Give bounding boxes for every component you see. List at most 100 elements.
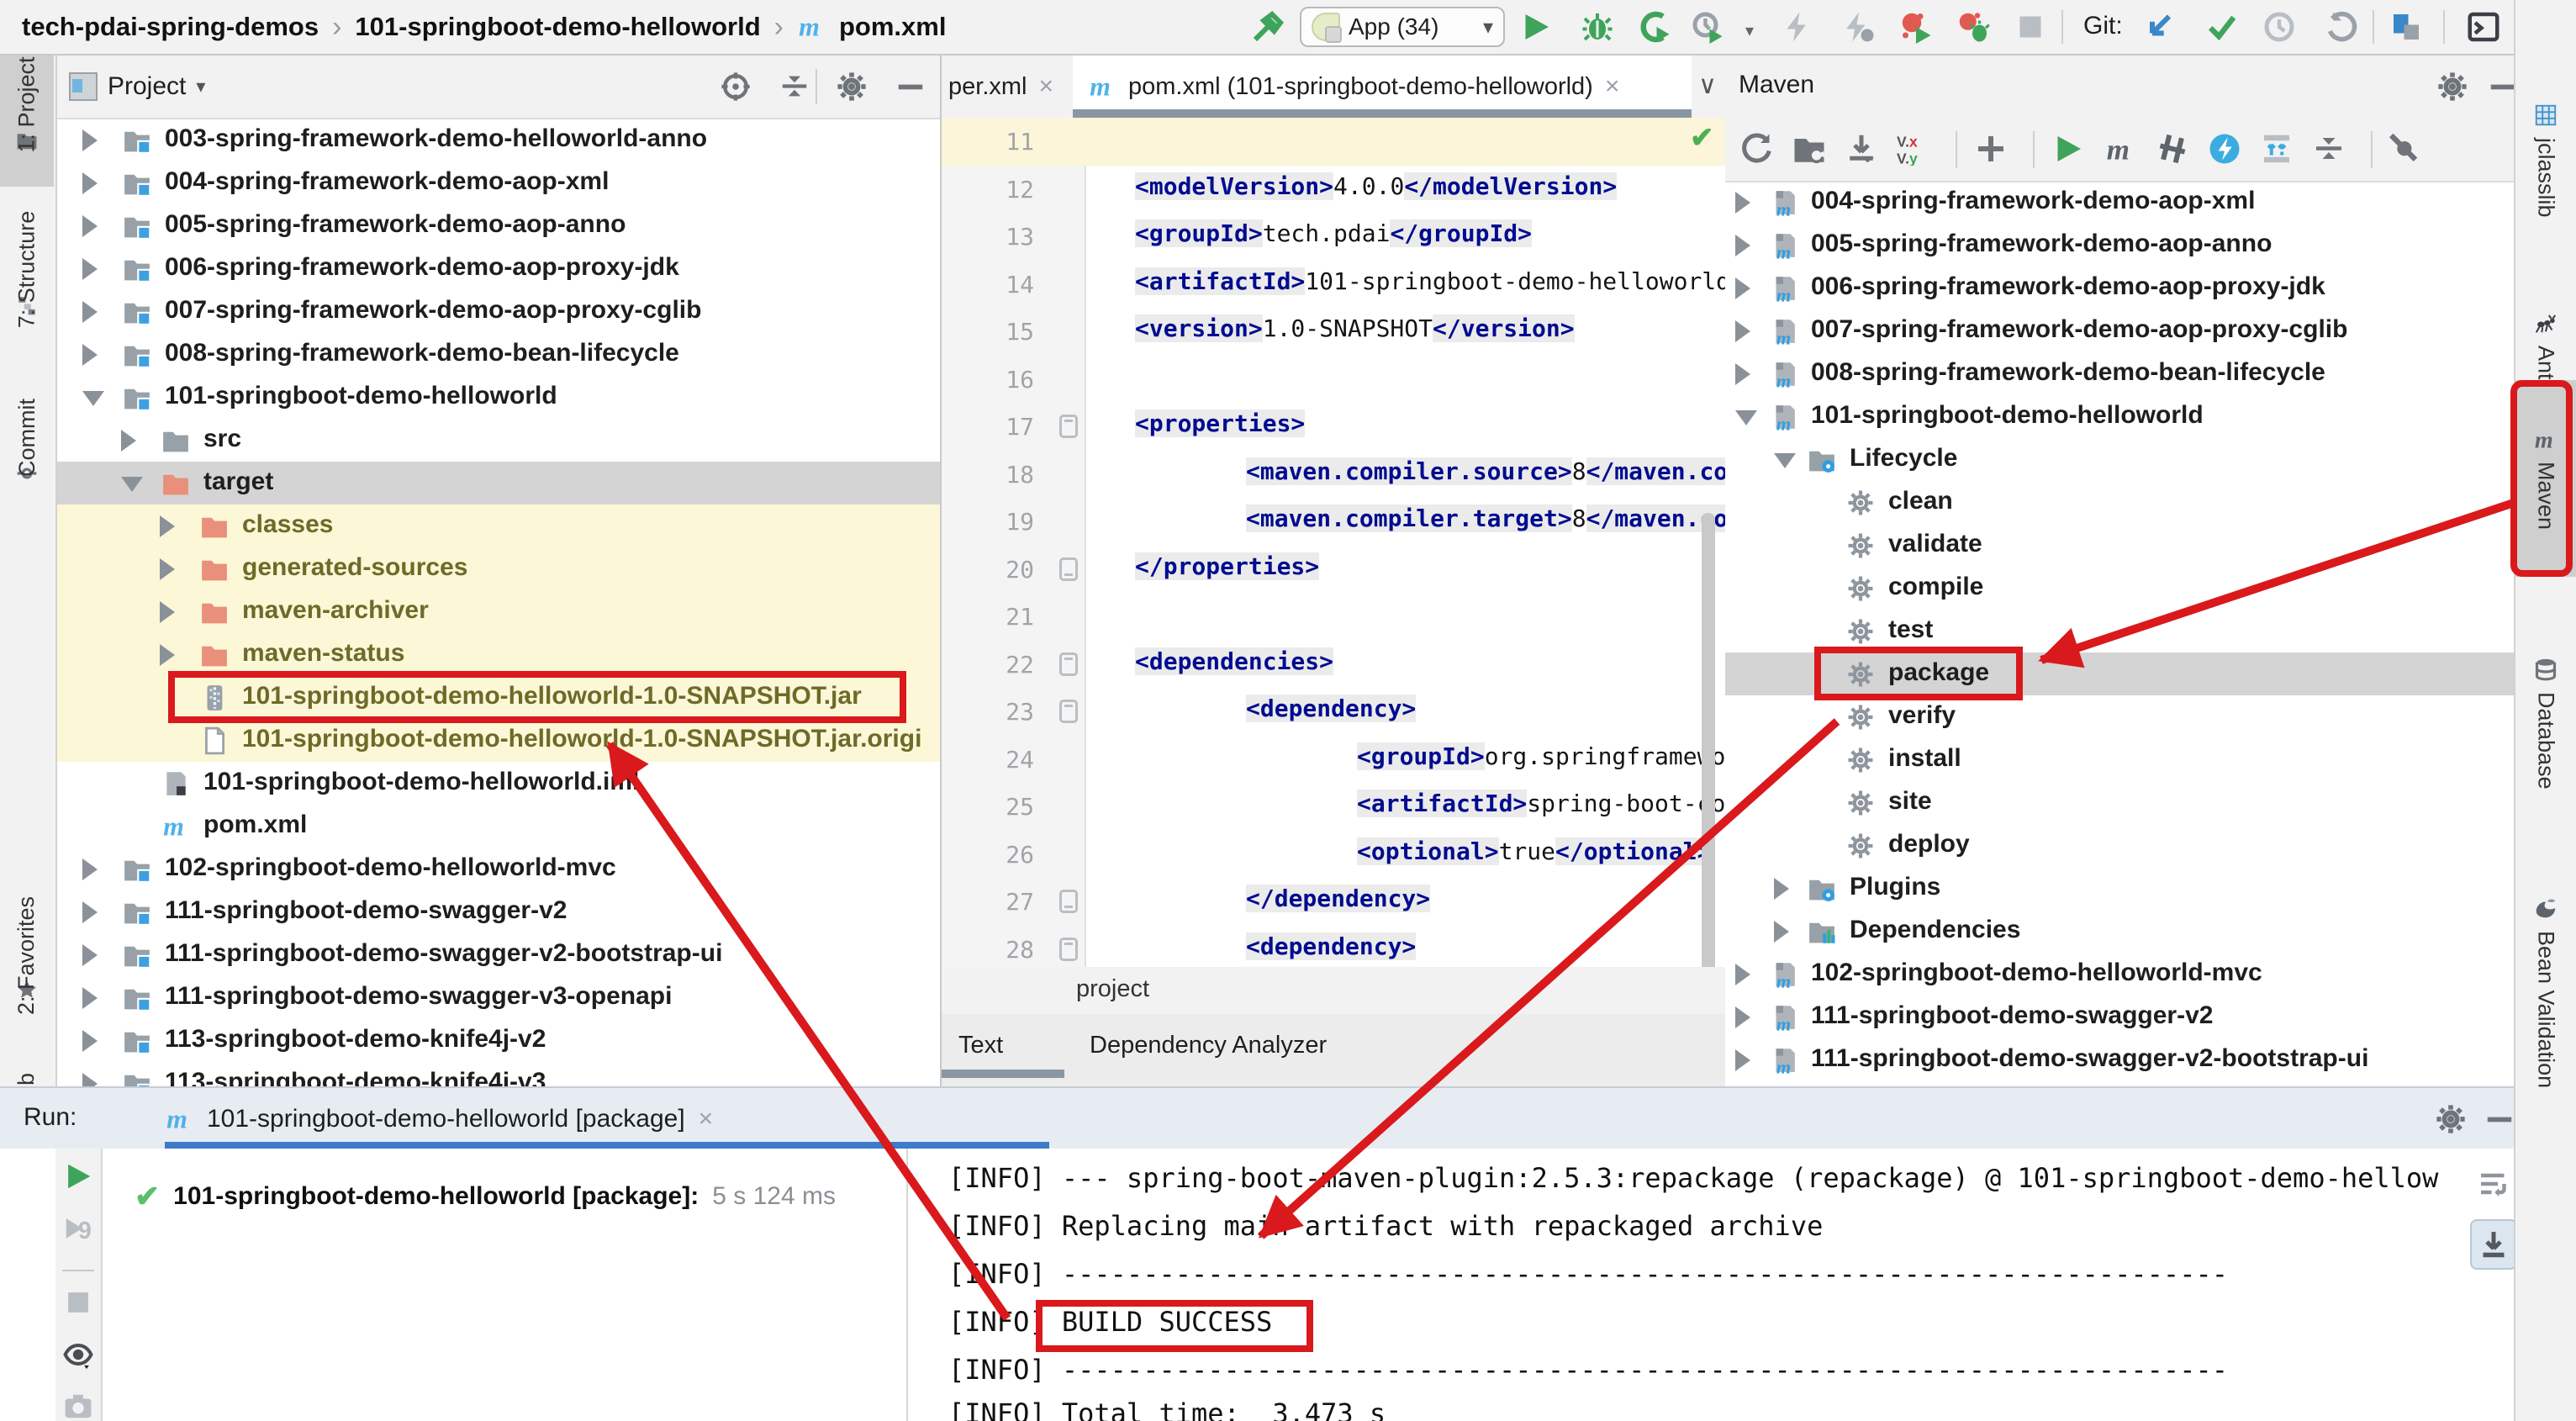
tree-expand-right-icon[interactable] [82, 1030, 98, 1052]
code-line[interactable]: <groupId>org.springframework.boot</group… [1357, 742, 1729, 770]
rerun-button[interactable] [62, 1160, 94, 1196]
download-sources-button[interactable] [1845, 132, 1878, 170]
code-line[interactable]: <dependencies> [1135, 647, 1333, 675]
tree-row[interactable]: Dependencies [1725, 910, 2514, 953]
execute-goal-button[interactable]: m [2104, 132, 2137, 170]
breadcrumb-item[interactable]: tech-pdai-spring-demos [22, 12, 319, 42]
generate-sources-button[interactable] [1792, 132, 1826, 170]
terminal-button[interactable] [2467, 10, 2500, 48]
skip-tests-button[interactable] [2156, 132, 2189, 170]
tree-expand-down-icon[interactable] [1735, 410, 1757, 425]
tree-row[interactable]: 008-spring-framework-demo-bean-lifecycle [57, 333, 940, 376]
tree-row[interactable]: 113-springboot-demo-knife4j-v3 [57, 1062, 940, 1086]
tree-expand-right-icon[interactable] [82, 215, 98, 237]
tree-row[interactable]: install [1725, 738, 2514, 781]
tree-row[interactable]: 102-springboot-demo-helloworld-mvc [57, 848, 940, 890]
tree-expand-right-icon[interactable] [1735, 1006, 1750, 1028]
maven-hide-button[interactable] [2487, 71, 2514, 107]
soft-wrap-button[interactable] [2477, 1167, 2510, 1205]
tree-row[interactable]: maven-status [57, 633, 940, 676]
tree-expand-right-icon[interactable] [82, 944, 98, 966]
tree-row[interactable]: 101-springboot-demo-helloworld [57, 376, 940, 419]
tree-row[interactable]: validate [1725, 524, 2514, 567]
tree-expand-right-icon[interactable] [82, 301, 98, 323]
git-commit-button[interactable] [2205, 10, 2239, 48]
tree-expand-down-icon[interactable] [121, 477, 143, 492]
tree-expand-right-icon[interactable] [82, 258, 98, 280]
tree-expand-right-icon[interactable] [82, 901, 98, 923]
tree-row[interactable]: 006-spring-framework-demo-aop-proxy-jdk [57, 247, 940, 290]
run-settings-button[interactable] [2435, 1103, 2467, 1139]
tree-row[interactable]: verify [1725, 695, 2514, 738]
collapse-all-button[interactable] [2312, 132, 2346, 170]
profiler-button[interactable] [1691, 10, 1724, 48]
tree-expand-right-icon[interactable] [1735, 964, 1750, 985]
run-hide-button[interactable] [2484, 1103, 2515, 1139]
stop-button[interactable] [62, 1286, 94, 1323]
tree-expand-right-icon[interactable] [1774, 921, 1789, 943]
code-line[interactable]: <artifactId>spring-boot-configuration-pr… [1357, 790, 1729, 817]
run-tab[interactable]: m101-springboot-demo-helloworld [package… [165, 1088, 713, 1150]
tree-expand-right-icon[interactable] [82, 987, 98, 1009]
sidebar-item-database[interactable]: Database [2515, 626, 2576, 820]
tree-row[interactable]: m102-springboot-demo-helloworld-mvc [1725, 953, 2514, 996]
tree-expand-right-icon[interactable] [160, 515, 175, 537]
fold-marker-start[interactable] [1059, 652, 1078, 676]
breadcrumb-item[interactable]: pom.xml [839, 12, 946, 42]
locate-button[interactable] [720, 71, 752, 107]
run-result-row[interactable]: ✔101-springboot-demo-helloworld [package… [135, 1179, 836, 1214]
tree-expand-right-icon[interactable] [1735, 1049, 1750, 1071]
tree-row[interactable]: deploy [1725, 824, 2514, 867]
tree-row[interactable]: 111-springboot-demo-swagger-v2 [57, 890, 940, 933]
git-history-button[interactable] [2262, 10, 2296, 48]
maven-settings-button[interactable] [2436, 71, 2468, 107]
sidebar-item-commit[interactable]: Commit [0, 387, 54, 521]
show-versions-button[interactable]: V.xV.y [1897, 132, 1930, 170]
close-icon[interactable]: × [1605, 72, 1620, 101]
tree-expand-right-icon[interactable] [121, 430, 136, 452]
code-line[interactable]: </properties> [1135, 552, 1319, 580]
sidebar-item-2-favorites[interactable]: 2: Favorites [0, 891, 54, 1051]
code-line[interactable]: </dependency> [1246, 885, 1430, 912]
tree-row[interactable]: compile [1725, 567, 2514, 610]
sidebar-item-7-structure[interactable]: 7: Structure [0, 210, 54, 362]
tree-row[interactable]: m007-spring-framework-demo-aop-proxy-cgl… [1725, 309, 2514, 352]
profiler-chevron[interactable]: ▾ [1745, 20, 1754, 41]
tree-expand-right-icon[interactable] [1735, 235, 1750, 256]
tree-row[interactable]: maven-archiver [57, 590, 940, 633]
editor-tab-pom-xml[interactable]: mpom.xml (101-springboot-demo-helloworld… [1073, 55, 1692, 118]
run-button[interactable] [1519, 10, 1553, 48]
git-update-button[interactable] [2144, 10, 2177, 48]
hide-button[interactable] [895, 71, 926, 107]
tree-row[interactable]: src [57, 419, 940, 462]
tree-row[interactable]: 101-springboot-demo-helloworld.iml [57, 762, 940, 805]
tree-row[interactable]: m005-spring-framework-demo-aop-anno [1725, 224, 2514, 267]
coverage-button[interactable] [1638, 10, 1671, 48]
breadcrumb-item[interactable]: 101-springboot-demo-helloworld [355, 12, 760, 42]
run-maven-button[interactable] [2051, 132, 2085, 170]
editor-scrollbar[interactable] [1702, 513, 1715, 1001]
add-config-button[interactable] [1974, 132, 2008, 170]
tree-row[interactable]: 111-springboot-demo-swagger-v3-openapi [57, 976, 940, 1019]
thread-dump-button[interactable] [62, 1391, 94, 1421]
tree-row[interactable]: m111-springboot-demo-swagger-v2-bootstra… [1725, 1038, 2514, 1081]
close-icon[interactable]: × [1038, 72, 1053, 101]
maven-settings-button[interactable] [2389, 132, 2423, 170]
tree-row[interactable]: mpom.xml [57, 805, 940, 848]
tree-row[interactable]: Lifecycle [1725, 438, 2514, 481]
rerun-debug-lightning-button[interactable] [1842, 10, 1876, 48]
fold-marker-start[interactable] [1059, 938, 1078, 961]
tree-row[interactable]: m111-springboot-demo-swagger-v2 [1725, 996, 2514, 1038]
tree-row[interactable]: 005-spring-framework-demo-aop-anno [57, 204, 940, 247]
tree-row[interactable]: 101-springboot-demo-helloworld-1.0-SNAPS… [57, 719, 940, 762]
tree-expand-right-icon[interactable] [82, 858, 98, 880]
settings-button[interactable] [836, 71, 868, 107]
attach-debugger-button[interactable] [1956, 10, 1990, 48]
project-view-selector[interactable]: Project▾ [69, 55, 205, 118]
tree-expand-right-icon[interactable] [160, 558, 175, 580]
tree-expand-right-icon[interactable] [160, 601, 175, 623]
fold-marker-end[interactable] [1059, 557, 1078, 581]
scroll-to-end-button[interactable] [2470, 1219, 2514, 1270]
tree-expand-right-icon[interactable] [82, 172, 98, 194]
tree-expand-right-icon[interactable] [1774, 878, 1789, 900]
